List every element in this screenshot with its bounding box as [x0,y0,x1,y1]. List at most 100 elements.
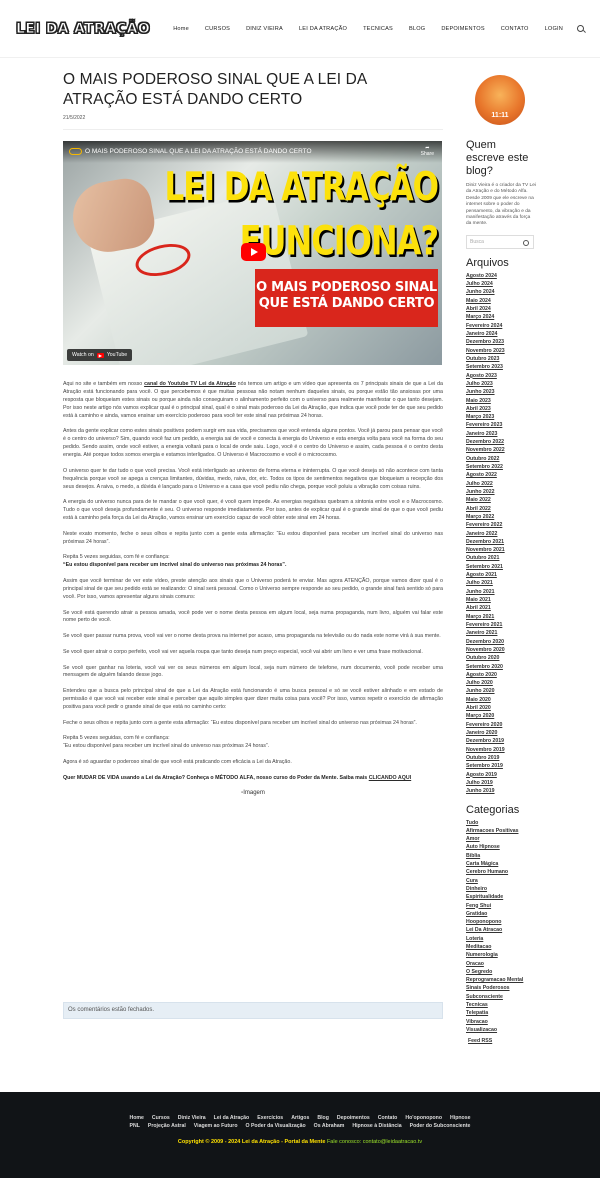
category-link[interactable]: Auto Hipnose [466,843,536,851]
feed-rss-link[interactable]: Feed RSS [466,1038,536,1044]
archive-link[interactable]: Fevereiro 2020 [466,721,536,729]
category-link[interactable]: Numerologia [466,951,536,959]
nav-depoimentos[interactable]: DEPOIMENTOS [433,26,492,32]
archive-link[interactable]: Maio 2022 [466,496,536,504]
archive-link[interactable]: Maio 2024 [466,297,536,305]
share-button[interactable]: ➦ Share [421,145,434,157]
footer-link[interactable]: Contato [374,1115,402,1121]
contact-text[interactable]: Fale conosco: contato@leidaatracao.tv [327,1139,422,1145]
sidebar-search-input[interactable]: Busca [466,234,534,249]
nav-blog[interactable]: BLOG [401,26,433,32]
channel-logo-icon[interactable] [69,148,82,155]
archive-link[interactable]: Julho 2021 [466,579,536,587]
footer-link[interactable]: Poder do Subconsciente [406,1123,475,1129]
archive-link[interactable]: Fevereiro 2024 [466,322,536,330]
footer-link[interactable]: Exercícios [253,1115,287,1121]
archive-link[interactable]: Dezembro 2022 [466,438,536,446]
archive-link[interactable]: Junho 2023 [466,388,536,396]
nav-home[interactable]: Home [165,26,197,32]
category-link[interactable]: Amor [466,835,536,843]
category-link[interactable]: Biblia [466,852,536,860]
category-link[interactable]: Loteria [466,935,536,943]
category-link[interactable]: Gratidao [466,910,536,918]
archive-link[interactable]: Janeiro 2022 [466,530,536,538]
archive-link[interactable]: Abril 2020 [466,704,536,712]
footer-link[interactable]: Ho'oponopono [401,1115,446,1121]
footer-link[interactable]: PNL [126,1123,144,1129]
archive-link[interactable]: Março 2022 [466,513,536,521]
archive-link[interactable]: Novembro 2023 [466,347,536,355]
archive-link[interactable]: Agosto 2022 [466,471,536,479]
archive-link[interactable]: Setembro 2020 [466,663,536,671]
archive-link[interactable]: Dezembro 2019 [466,737,536,745]
archive-link[interactable]: Junho 2019 [466,787,536,795]
footer-link[interactable]: O Poder da Visualização [242,1123,310,1129]
archive-link[interactable]: Janeiro 2021 [466,629,536,637]
category-link[interactable]: Visualizacao [466,1026,536,1034]
archive-link[interactable]: Abril 2021 [466,604,536,612]
archive-link[interactable]: Agosto 2024 [466,272,536,280]
archive-link[interactable]: Abril 2024 [466,305,536,313]
nav-tecnicas[interactable]: TECNICAS [355,26,401,32]
archive-link[interactable]: Agosto 2021 [466,571,536,579]
archive-link[interactable]: Junho 2022 [466,488,536,496]
category-link[interactable]: Feng Shui [466,902,536,910]
archive-link[interactable]: Abril 2023 [466,405,536,413]
archive-link[interactable]: Maio 2021 [466,596,536,604]
archive-link[interactable]: Março 2023 [466,413,536,421]
nav-contato[interactable]: CONTATO [493,26,537,32]
site-logo[interactable]: LEI DA ATRAÇÃO [16,20,151,37]
footer-link[interactable]: Home [126,1115,148,1121]
footer-link[interactable]: Blog [313,1115,333,1121]
archive-link[interactable]: Março 2020 [466,712,536,720]
category-link[interactable]: Espiritualidade [466,893,536,901]
category-link[interactable]: Sinais Poderosos [466,984,536,992]
archive-link[interactable]: Outubro 2020 [466,654,536,662]
video-title[interactable]: O MAIS PODEROSO SINAL QUE A LEI DA ATRAÇ… [85,148,312,155]
archive-link[interactable]: Julho 2024 [466,280,536,288]
category-link[interactable]: Afirmacoes Positivas [466,827,536,835]
footer-link[interactable]: Depoimentos [333,1115,374,1121]
archive-link[interactable]: Agosto 2023 [466,372,536,380]
archive-link[interactable]: Novembro 2019 [466,746,536,754]
category-link[interactable]: Cura [466,877,536,885]
archive-link[interactable]: Julho 2019 [466,779,536,787]
footer-link[interactable]: Hipnose [446,1115,474,1121]
archive-link[interactable]: Junho 2024 [466,288,536,296]
video-embed[interactable]: O MAIS PODEROSO SINAL QUE A LEI DA ATRAÇ… [63,141,442,365]
category-link[interactable]: Vibracao [466,1018,536,1026]
archive-link[interactable]: Dezembro 2021 [466,538,536,546]
archive-link[interactable]: Novembro 2021 [466,546,536,554]
archive-link[interactable]: Fevereiro 2021 [466,621,536,629]
watch-on-youtube-button[interactable]: Watch on ▶ YouTube [67,349,133,361]
archive-link[interactable]: Janeiro 2020 [466,729,536,737]
archive-link[interactable]: Março 2024 [466,313,536,321]
archive-link[interactable]: Outubro 2022 [466,455,536,463]
archive-link[interactable]: Fevereiro 2023 [466,421,536,429]
youtube-channel-link[interactable]: canal do Youtube TV Lei da Atração [144,381,236,387]
archive-link[interactable]: Setembro 2023 [466,363,536,371]
archive-link[interactable]: Março 2021 [466,613,536,621]
archive-link[interactable]: Setembro 2019 [466,762,536,770]
nav-diniz-vieira[interactable]: DINIZ VIEIRA [238,26,291,32]
footer-link[interactable]: Os Abraham [310,1123,349,1129]
archive-link[interactable]: Agosto 2019 [466,771,536,779]
archive-link[interactable]: Janeiro 2023 [466,430,536,438]
play-button-icon[interactable] [241,243,266,261]
archive-link[interactable]: Maio 2023 [466,397,536,405]
category-link[interactable]: Tudo [466,819,536,827]
category-link[interactable]: Cerebro Humano [466,868,536,876]
category-link[interactable]: Carta Mágica [466,860,536,868]
archive-link[interactable]: Setembro 2021 [466,563,536,571]
archive-link[interactable]: Julho 2020 [466,679,536,687]
archive-link[interactable]: Dezembro 2020 [466,638,536,646]
footer-link[interactable]: Hipnose à Distância [348,1123,405,1129]
archive-link[interactable]: Agosto 2020 [466,671,536,679]
category-link[interactable]: Oracao [466,960,536,968]
archive-link[interactable]: Julho 2023 [466,380,536,388]
footer-link[interactable]: Artigos [287,1115,313,1121]
archive-link[interactable]: Fevereiro 2022 [466,521,536,529]
category-link[interactable]: Subconsciente [466,993,536,1001]
archive-link[interactable]: Outubro 2019 [466,754,536,762]
nav-lei-da-atracao[interactable]: LEI DA ATRAÇÃO [291,26,355,32]
